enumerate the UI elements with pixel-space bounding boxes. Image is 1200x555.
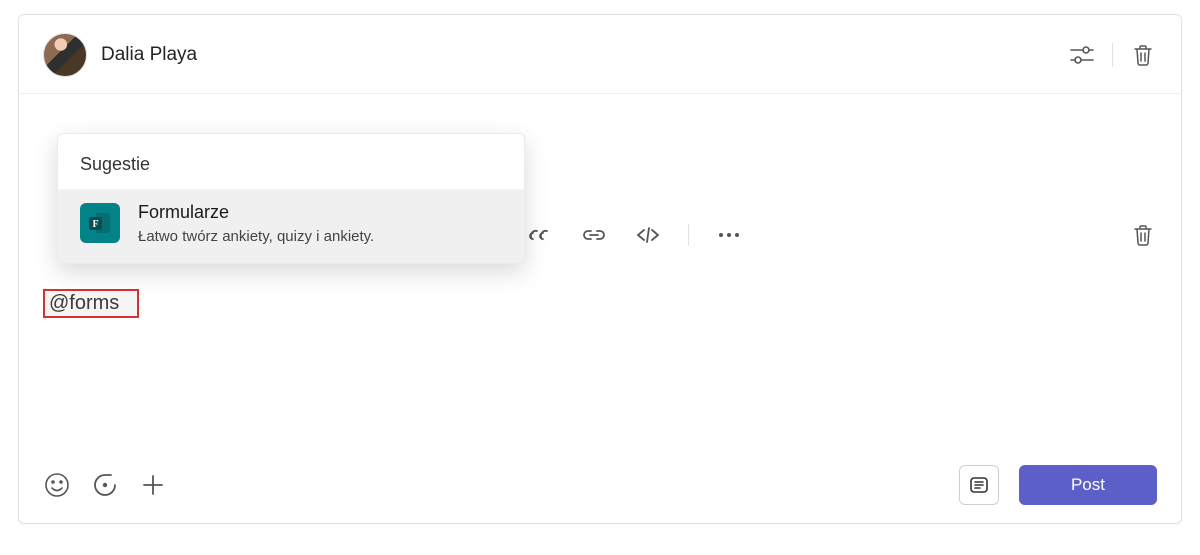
- compose-footer: Post: [43, 465, 1157, 505]
- compose-header: Dalia Playa: [19, 15, 1181, 94]
- delivery-options-icon[interactable]: [1068, 41, 1096, 69]
- avatar: [43, 33, 87, 77]
- compose-card: Dalia Playa: [18, 14, 1182, 524]
- toolbar-divider: [688, 224, 689, 246]
- suggestions-title: Sugestie: [58, 134, 524, 189]
- suggestion-desc: Łatwo twórz ankiety, quizy i ankiety.: [138, 228, 374, 245]
- mention-suggestions-popover: Sugestie F Formularze Łatwo twórz ankiet…: [57, 133, 525, 264]
- emoji-icon[interactable]: [43, 471, 71, 499]
- suggestion-name: Formularze: [138, 202, 374, 224]
- svg-text:F: F: [92, 219, 98, 230]
- delete-icon[interactable]: [1129, 41, 1157, 69]
- code-icon[interactable]: [634, 221, 662, 249]
- header-divider: [1112, 43, 1113, 67]
- add-icon[interactable]: [139, 471, 167, 499]
- forms-app-icon: F: [80, 203, 120, 243]
- mention-input[interactable]: @forms: [43, 289, 139, 318]
- post-button[interactable]: Post: [1019, 465, 1157, 505]
- delete-message-icon[interactable]: [1129, 221, 1157, 249]
- loop-icon[interactable]: [91, 471, 119, 499]
- user-name: Dalia Playa: [101, 44, 197, 66]
- quote-icon[interactable]: [526, 221, 554, 249]
- more-icon[interactable]: [715, 221, 743, 249]
- send-options-button[interactable]: [959, 465, 999, 505]
- suggestion-item-forms[interactable]: F Formularze Łatwo twórz ankiety, quizy …: [58, 189, 524, 263]
- link-icon[interactable]: [580, 221, 608, 249]
